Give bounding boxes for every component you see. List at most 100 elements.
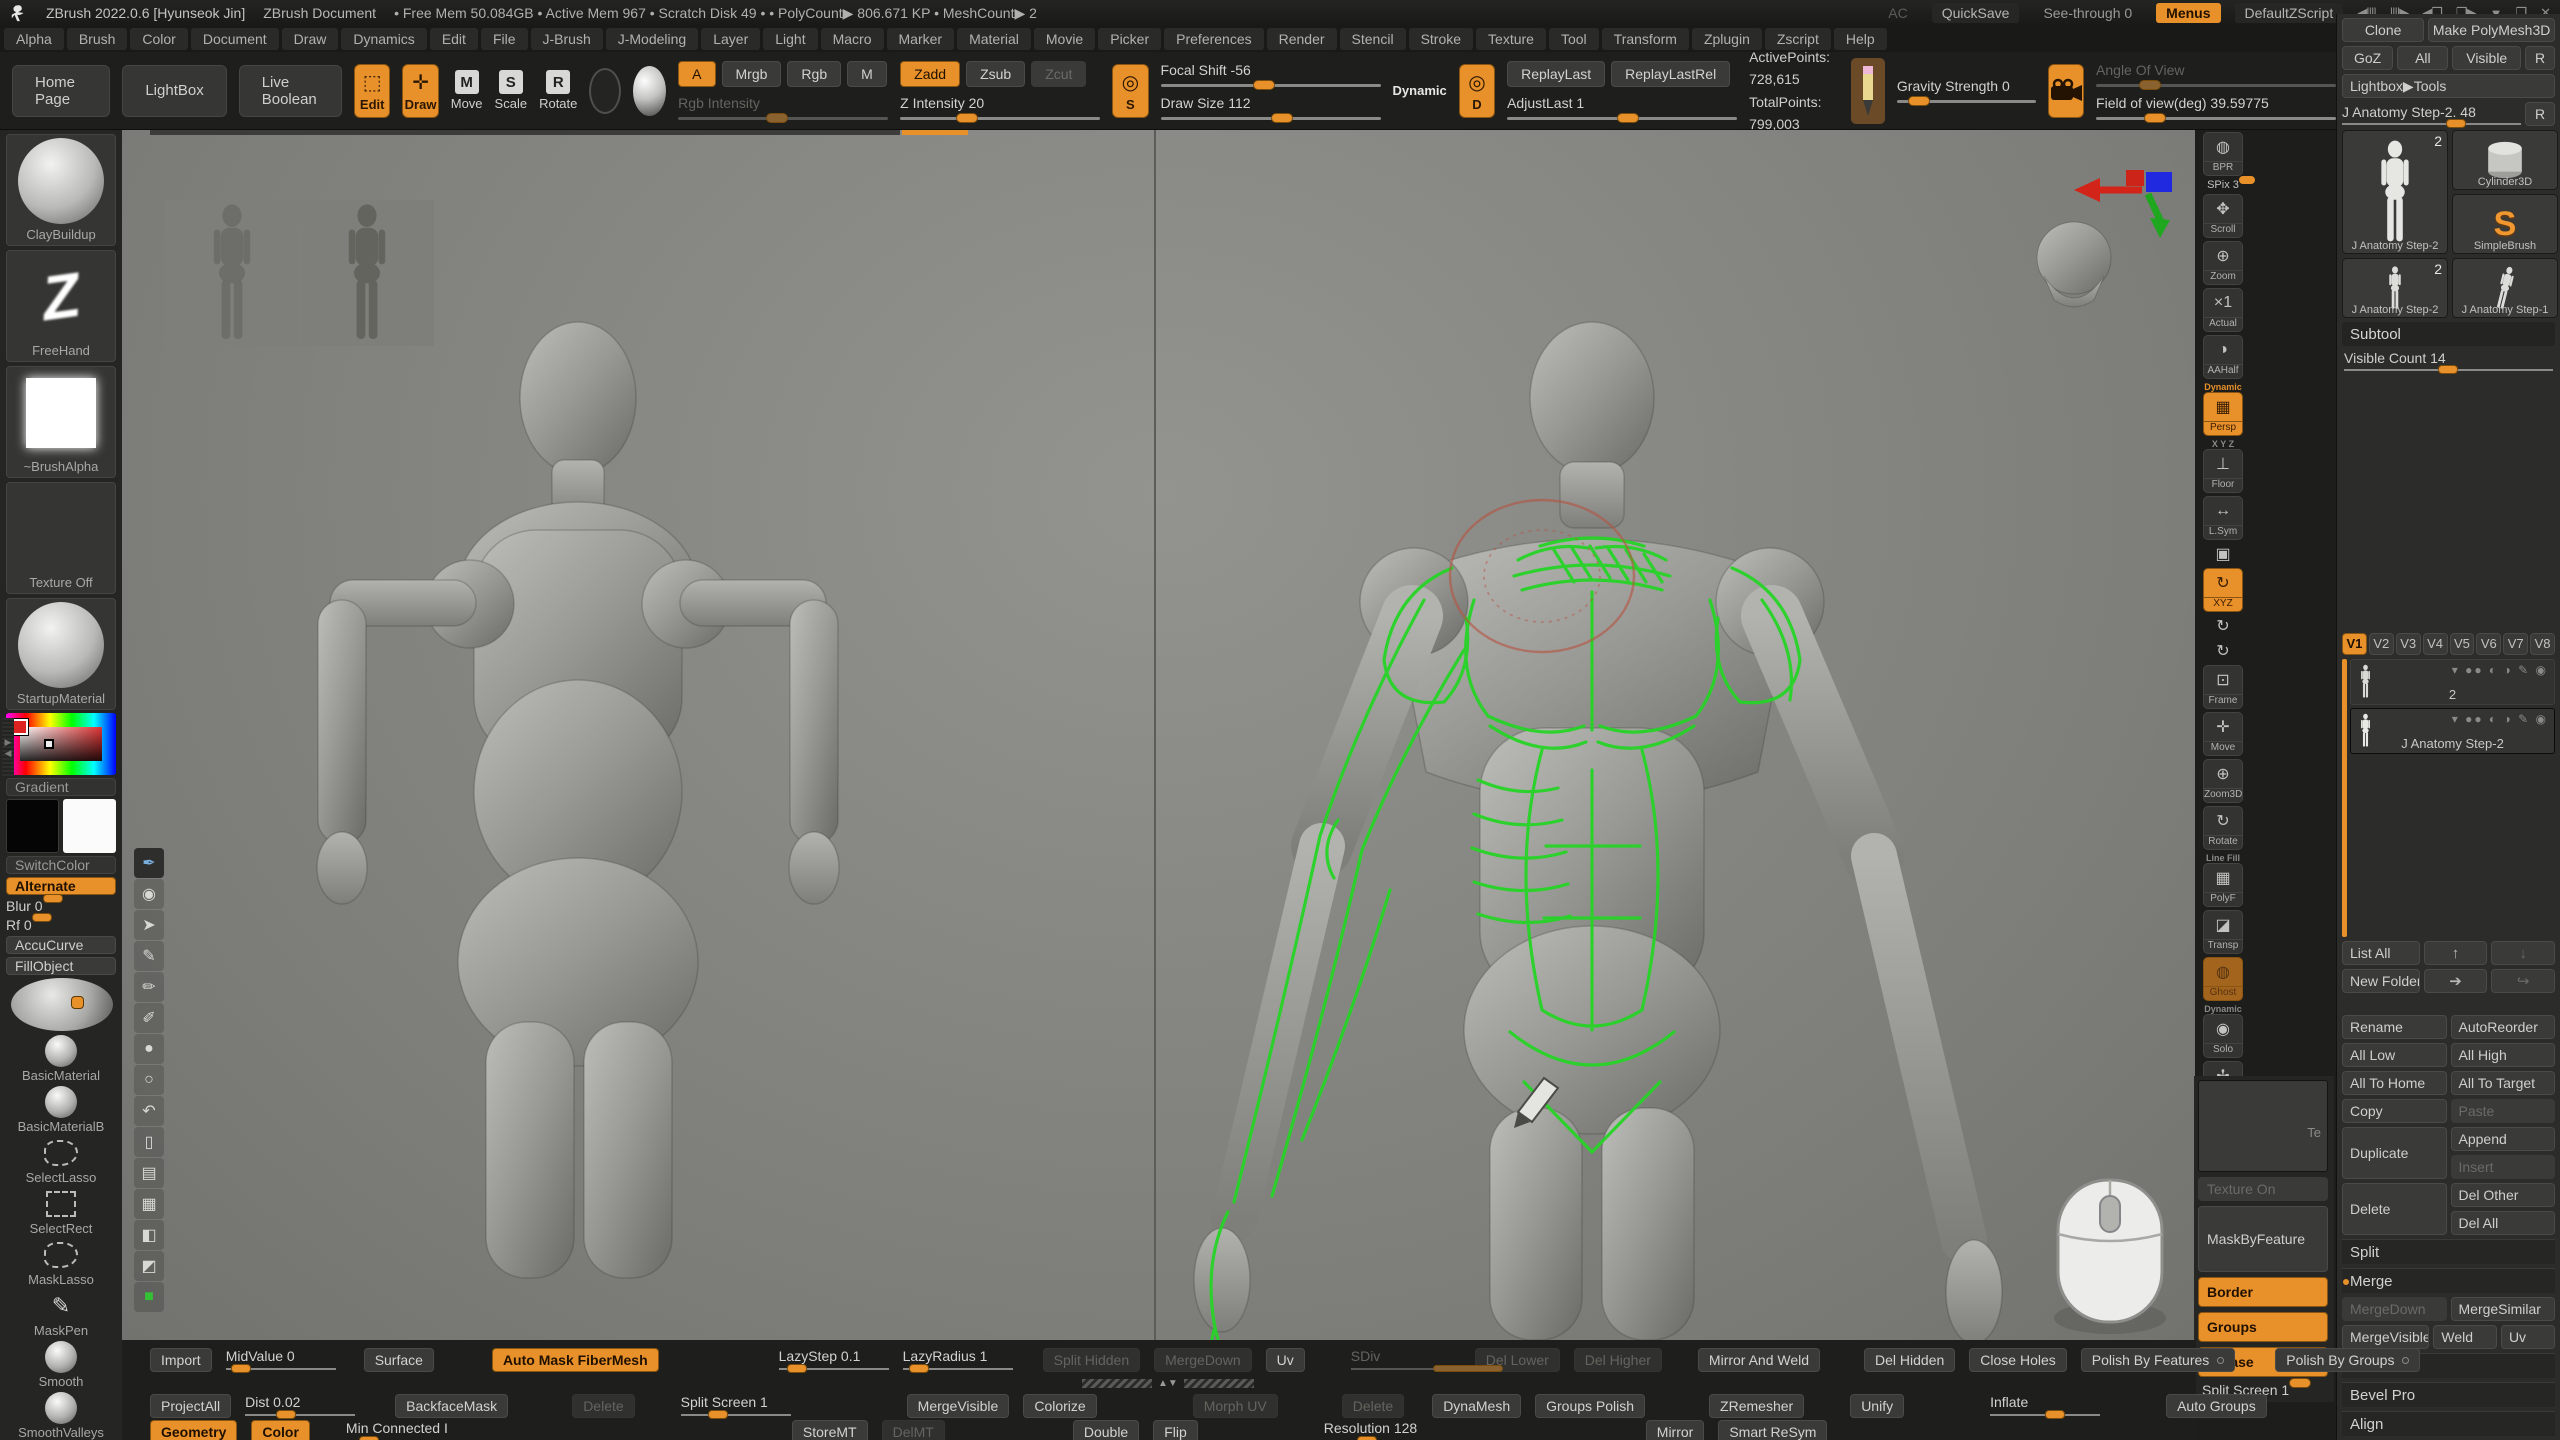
tray-smoothvalleys[interactable]: SmoothValleys bbox=[6, 1391, 116, 1440]
mode-dot-icon[interactable] bbox=[2217, 1357, 2224, 1364]
surface-button[interactable]: Surface bbox=[364, 1348, 434, 1372]
version-tab-v7[interactable]: V7 bbox=[2503, 633, 2528, 655]
solo-button[interactable]: Dynamic◉Solo bbox=[2202, 1004, 2244, 1058]
frame-button[interactable]: ⊡Frame bbox=[2202, 665, 2244, 709]
texture-preview-box[interactable]: Te bbox=[2198, 1080, 2328, 1172]
menu-help[interactable]: Help bbox=[1834, 28, 1887, 50]
flip-button[interactable]: Flip bbox=[1153, 1420, 1198, 1440]
tray-texture-off[interactable]: Texture Off bbox=[6, 482, 116, 594]
gravity-strength-slider[interactable]: Gravity Strength 0 bbox=[1897, 78, 2036, 103]
draw-mode-button[interactable]: ✛ Draw bbox=[402, 64, 438, 118]
align-section[interactable]: Align bbox=[2342, 1411, 2555, 1436]
version-tab-v8[interactable]: V8 bbox=[2530, 633, 2555, 655]
floor-button[interactable]: X Y Z⊥Floor bbox=[2202, 439, 2244, 493]
menu-edit[interactable]: Edit bbox=[430, 28, 478, 50]
menu-stencil[interactable]: Stencil bbox=[1340, 28, 1406, 50]
field-of-view-slider[interactable]: Field of view(deg) 39.59775 bbox=[2096, 95, 2336, 120]
menu-marker[interactable]: Marker bbox=[887, 28, 955, 50]
color-button[interactable]: Color bbox=[251, 1420, 310, 1440]
zoom3d-button[interactable]: ⊕Zoom3D bbox=[2202, 759, 2244, 803]
menu-preferences[interactable]: Preferences bbox=[1164, 28, 1263, 50]
rotate-button[interactable]: ↻Rotate bbox=[2202, 806, 2244, 850]
dynamic-brush-size-icon[interactable]: ◎ D bbox=[1459, 64, 1495, 118]
menu-alpha[interactable]: Alpha bbox=[4, 28, 64, 50]
split-screen-1-slider[interactable]: Split Screen 1 bbox=[681, 1394, 791, 1416]
zadd-toggle[interactable]: Zadd bbox=[900, 61, 960, 87]
pencil-tool-icon[interactable] bbox=[1851, 58, 1885, 124]
auto-groups-button[interactable]: Auto Groups bbox=[2166, 1394, 2267, 1418]
zoom-button[interactable]: ⊕Zoom bbox=[2202, 241, 2244, 285]
quicksave-button[interactable]: QuickSave bbox=[1932, 3, 2020, 23]
switch-color-button[interactable]: SwitchColor bbox=[6, 856, 116, 874]
colorize-button[interactable]: Colorize bbox=[1023, 1394, 1096, 1418]
delete-button[interactable]: Delete bbox=[572, 1394, 634, 1418]
delete-button[interactable]: Delete bbox=[1342, 1394, 1404, 1418]
tray-selectlasso[interactable]: SelectLasso bbox=[6, 1136, 116, 1185]
main-secondary-colors[interactable] bbox=[6, 799, 116, 853]
subtool-item-selected[interactable]: ▾ ●● ◐ ◑ ✎ ◉ J Anatomy Step-2 bbox=[2350, 708, 2555, 754]
move-down-icon[interactable]: ↓ bbox=[2491, 941, 2555, 965]
all-to-home-button[interactable]: All To Home bbox=[2342, 1071, 2447, 1095]
weld-button[interactable]: Weld bbox=[2433, 1325, 2497, 1349]
auto-mask-fibermesh-button[interactable]: Auto Mask FiberMesh bbox=[492, 1348, 659, 1372]
rotate-button[interactable]: R Rotate bbox=[539, 70, 577, 111]
menu-brush[interactable]: Brush bbox=[67, 28, 128, 50]
color-picker[interactable] bbox=[6, 713, 116, 775]
bevel-pro-section[interactable]: Bevel Pro bbox=[2342, 1382, 2555, 1407]
mirror-and-weld-button[interactable]: Mirror And Weld bbox=[1698, 1348, 1820, 1372]
dist-0-02-slider[interactable]: Dist 0.02 bbox=[245, 1394, 355, 1416]
copy-button[interactable]: Copy bbox=[2342, 1099, 2447, 1123]
tray-claybuildup[interactable]: ClayBuildup bbox=[6, 134, 116, 246]
texture-on-button[interactable]: Texture On bbox=[2198, 1177, 2328, 1201]
move-button[interactable]: M Move bbox=[451, 70, 483, 111]
tray-maskpen[interactable]: ✎MaskPen bbox=[6, 1289, 116, 1338]
mirror-button[interactable]: Mirror bbox=[1646, 1420, 1705, 1440]
m-toggle[interactable]: M bbox=[847, 61, 887, 87]
camera-icon[interactable] bbox=[2048, 64, 2084, 118]
move-button[interactable]: ✛Move bbox=[2202, 712, 2244, 756]
r-button-2[interactable]: R bbox=[2525, 102, 2555, 126]
active-tool-slider[interactable]: J Anatomy Step-2. 48 bbox=[2342, 104, 2521, 125]
subtool-item[interactable]: ▾ ●● ◐ ◑ ✎ ◉ 2 bbox=[2350, 659, 2555, 705]
del-other-button[interactable]: Del Other bbox=[2451, 1183, 2556, 1207]
unify-button[interactable]: Unify bbox=[1850, 1394, 1904, 1418]
polish-by-groups-button[interactable]: Polish By Groups bbox=[2275, 1348, 2420, 1372]
delete-button[interactable]: Delete bbox=[2342, 1183, 2447, 1235]
alternate-toggle[interactable]: Alternate bbox=[6, 877, 116, 895]
replay-last-rel-button[interactable]: ReplayLastRel bbox=[1611, 61, 1730, 87]
tray-masklasso[interactable]: MaskLasso bbox=[6, 1238, 116, 1287]
delmt-button[interactable]: DelMT bbox=[882, 1420, 945, 1440]
draw-size-slider[interactable]: Draw Size 112 bbox=[1161, 95, 1381, 120]
subtool-header[interactable]: Subtool bbox=[2342, 322, 2555, 346]
y-button[interactable]: ↻Y bbox=[2202, 615, 2244, 637]
persp-button[interactable]: Dynamic▦Persp bbox=[2202, 382, 2244, 436]
clone-button[interactable]: Clone bbox=[2342, 18, 2424, 42]
r-button[interactable]: R bbox=[2525, 46, 2555, 70]
all-high-button[interactable]: All High bbox=[2451, 1043, 2556, 1067]
menu-dynamics[interactable]: Dynamics bbox=[341, 28, 426, 50]
menu-picker[interactable]: Picker bbox=[1098, 28, 1161, 50]
rgb-intensity-slider[interactable]: Rgb Intensity bbox=[678, 95, 888, 120]
split-hidden-button[interactable]: Split Hidden bbox=[1043, 1348, 1141, 1372]
tray-basicmaterialb[interactable]: BasicMaterialB bbox=[6, 1085, 116, 1134]
l-sym-button[interactable]: ↔L.Sym bbox=[2202, 496, 2244, 540]
angle-of-view-slider[interactable]: Angle Of View bbox=[2096, 62, 2336, 87]
paste-button[interactable]: Paste bbox=[2451, 1099, 2556, 1123]
backfacemask-button[interactable]: BackfaceMask bbox=[395, 1394, 508, 1418]
zsub-toggle[interactable]: Zsub bbox=[966, 61, 1025, 87]
bpr-button[interactable]: ◍BPR bbox=[2202, 132, 2244, 176]
del-hidden-button[interactable]: Del Hidden bbox=[1864, 1348, 1955, 1372]
adjust-last-slider[interactable]: AdjustLast 1 bbox=[1507, 95, 1737, 120]
z-intensity-slider[interactable]: Z Intensity 20 bbox=[900, 95, 1100, 120]
replay-last-button[interactable]: ReplayLast bbox=[1507, 61, 1605, 87]
tray-basicmaterial[interactable]: BasicMaterial bbox=[6, 1034, 116, 1083]
close-holes-button[interactable]: Close Holes bbox=[1969, 1348, 2066, 1372]
subtool-item-icons[interactable]: ▾ ●● ◐ ◑ ✎ ◉ bbox=[2452, 663, 2548, 677]
version-tab-v4[interactable]: V4 bbox=[2423, 633, 2448, 655]
morph-uv-button[interactable]: Morph UV bbox=[1193, 1394, 1278, 1418]
viewport-canvas[interactable] bbox=[122, 130, 2195, 1340]
fill-object-button[interactable]: FillObject bbox=[6, 957, 116, 975]
uv-button[interactable]: Uv bbox=[1266, 1348, 1305, 1372]
goz-visible-button[interactable]: Visible bbox=[2452, 46, 2521, 70]
actual-button[interactable]: ×1Actual bbox=[2202, 288, 2244, 332]
